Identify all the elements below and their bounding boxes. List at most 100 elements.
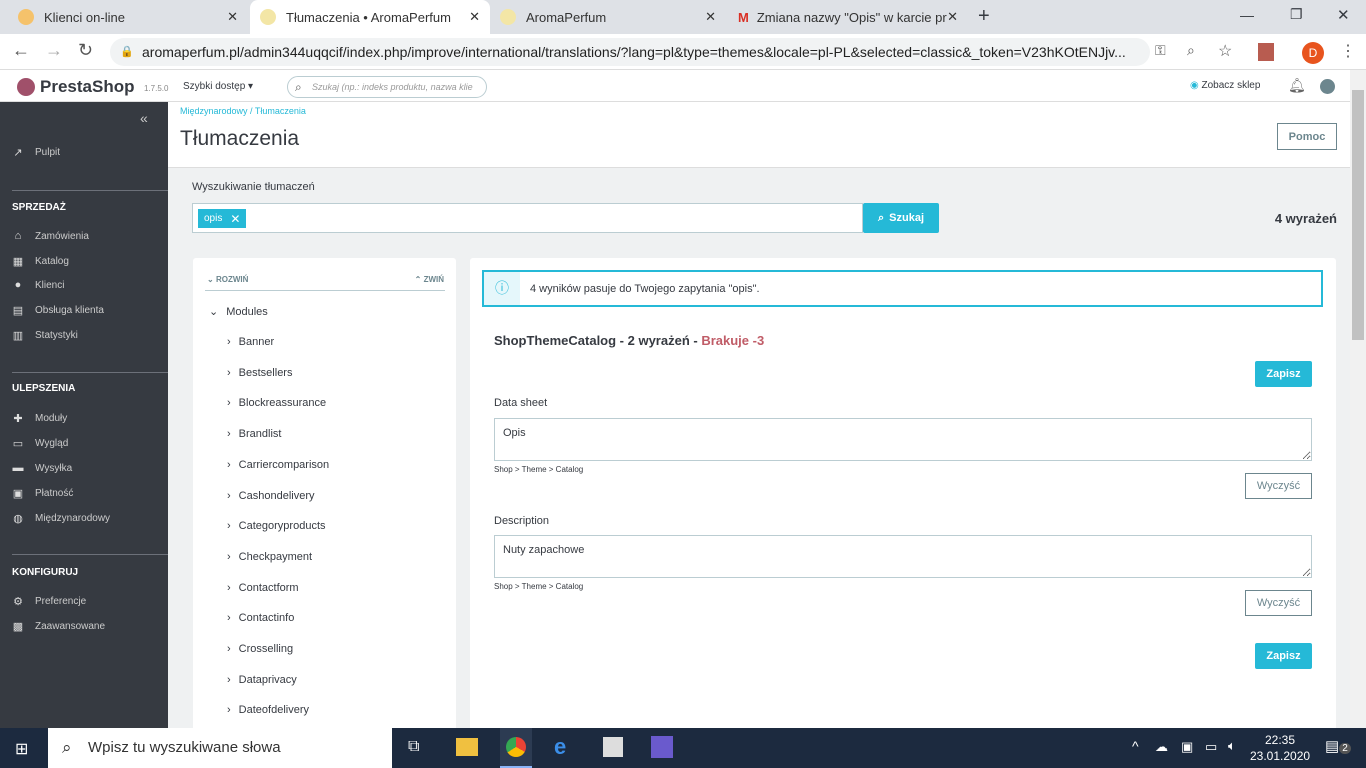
clear-button[interactable]: Wyczyść bbox=[1245, 590, 1312, 616]
tab-klienci[interactable]: Klienci on-line ✕ bbox=[8, 0, 248, 34]
close-icon[interactable]: ✕ bbox=[947, 9, 958, 25]
minimize-icon[interactable]: — bbox=[1240, 7, 1254, 23]
save-app-icon[interactable] bbox=[651, 736, 673, 758]
volume-icon[interactable]: 🔈︎ bbox=[1228, 738, 1236, 754]
taskbar: ⊞ ⌕ Wpisz tu wyszukiwane słowa ⧉ e ^ ☁ ▣ … bbox=[0, 728, 1366, 768]
reload-icon[interactable]: ↻ bbox=[78, 40, 93, 61]
tree-item[interactable]: › Blockreassurance bbox=[227, 397, 326, 409]
sidebar-item-preferencje[interactable]: ⚙ Preferencje bbox=[12, 595, 86, 608]
logo[interactable]: PrestaShop bbox=[40, 77, 134, 97]
remove-tag-icon[interactable]: ✕ bbox=[230, 212, 240, 226]
gear-icon: ⚙ bbox=[13, 596, 23, 608]
chevron-right-icon: › bbox=[227, 428, 231, 441]
tree-item-modules[interactable]: ⌄ Modules bbox=[209, 305, 268, 318]
help-button[interactable]: Pomoc bbox=[1277, 123, 1337, 150]
onedrive-icon[interactable]: ☁ bbox=[1155, 739, 1168, 755]
tree-item[interactable]: › Categoryproducts bbox=[227, 520, 326, 532]
url-input[interactable]: 🔒 aromaperfum.pl/admin344uqqcif/index.php… bbox=[110, 38, 1150, 66]
admin-search-input[interactable]: ⌕ Szukaj (np.: indeks produktu, nazwa kli… bbox=[287, 76, 487, 98]
sidebar-item-label: Płatność bbox=[35, 488, 74, 499]
tab-aromaperfum[interactable]: AromaPerfum ✕ bbox=[490, 0, 726, 34]
breadcrumb-current[interactable]: Tłumaczenia bbox=[255, 106, 306, 116]
info-icon: ⓘ bbox=[484, 272, 520, 305]
translation-field[interactable]: Nuty zapachowe bbox=[494, 535, 1312, 578]
sidebar-item-wysylka[interactable]: ▬ Wysyłka bbox=[12, 462, 73, 474]
clear-button[interactable]: Wyczyść bbox=[1245, 473, 1312, 499]
zoom-icon[interactable]: ⌕ bbox=[1187, 42, 1195, 59]
chevron-right-icon: › bbox=[227, 704, 231, 717]
sidebar-item-pulpit[interactable]: ↗ Pulpit bbox=[12, 146, 60, 159]
tree-item[interactable]: › Banner bbox=[227, 336, 274, 348]
store-icon[interactable] bbox=[603, 737, 623, 757]
section-sprzedaz: SPRZEDAŻ bbox=[12, 202, 66, 213]
taskbar-search-input[interactable]: ⌕ Wpisz tu wyszukiwane słowa bbox=[48, 728, 392, 768]
breadcrumb-link[interactable]: Międzynarodowy bbox=[180, 106, 248, 116]
sidebar-item-obsluga[interactable]: ▤ Obsługa klienta bbox=[12, 304, 104, 317]
divider bbox=[205, 290, 445, 291]
sidebar-item-katalog[interactable]: ▦ Katalog bbox=[12, 255, 69, 268]
scrollbar[interactable] bbox=[1350, 70, 1366, 728]
search-button[interactable]: ⌕ Szukaj bbox=[863, 203, 939, 233]
tab-gmail[interactable]: M Zmiana nazwy "Opis" w karcie pr ✕ bbox=[728, 0, 968, 34]
expand-all-button[interactable]: ⌄ ROZWIŃ bbox=[207, 275, 248, 284]
key-icon[interactable]: ⚿ bbox=[1155, 42, 1166, 59]
sidebar-item-moduly[interactable]: ✚ Moduły bbox=[12, 412, 67, 425]
scrollbar-thumb[interactable] bbox=[1352, 90, 1364, 340]
new-tab-icon[interactable]: + bbox=[978, 5, 990, 28]
close-icon[interactable]: ✕ bbox=[705, 9, 716, 25]
tab-title: Klienci on-line bbox=[44, 9, 125, 25]
close-window-icon[interactable]: ✕ bbox=[1337, 6, 1350, 24]
edge-icon[interactable]: e bbox=[554, 734, 566, 760]
restore-icon[interactable]: ❐ bbox=[1290, 6, 1303, 23]
tree-item[interactable]: › Contactform bbox=[227, 582, 299, 594]
tree-item[interactable]: › Brandlist bbox=[227, 428, 281, 440]
notifications-icon[interactable]: ▤ 2 bbox=[1325, 737, 1351, 755]
sidebar-item-wyglad[interactable]: ▭ Wygląd bbox=[12, 437, 68, 450]
tree-item[interactable]: › Cashondelivery bbox=[227, 490, 315, 502]
menu-icon[interactable]: ⋮ bbox=[1340, 41, 1356, 61]
close-icon[interactable]: ✕ bbox=[227, 9, 238, 25]
sidebar-item-miedzynarodowy[interactable]: ◍ Międzynarodowy bbox=[12, 512, 110, 525]
tree-item[interactable]: › Dateofdelivery bbox=[227, 704, 309, 716]
bell-icon[interactable]: 🔔︎ bbox=[1288, 77, 1306, 94]
chrome-icon[interactable] bbox=[500, 728, 532, 768]
sidebar-item-klienci[interactable]: ● Klienci bbox=[12, 279, 65, 291]
task-view-icon[interactable]: ⧉ bbox=[408, 738, 419, 756]
star-icon[interactable]: ☆ bbox=[1218, 41, 1232, 61]
file-explorer-icon[interactable] bbox=[456, 738, 478, 756]
tree-item[interactable]: › Bestsellers bbox=[227, 367, 292, 379]
sidebar-item-statystyki[interactable]: ▥ Statystyki bbox=[12, 329, 78, 342]
collapse-all-button[interactable]: ⌃ ZWIŃ bbox=[415, 275, 444, 284]
tree-item[interactable]: › Carriercomparison bbox=[227, 459, 329, 471]
windows-start-icon[interactable]: ⊞ bbox=[15, 739, 28, 759]
sidebar-item-platnosc[interactable]: ▣ Płatność bbox=[12, 487, 74, 500]
translation-field[interactable]: Opis bbox=[494, 418, 1312, 461]
tree-item[interactable]: › Crosselling bbox=[227, 643, 293, 655]
tree-label: Banner bbox=[238, 336, 275, 348]
view-shop-link[interactable]: ◉ Zobacz sklep bbox=[1190, 80, 1260, 91]
save-button[interactable]: Zapisz bbox=[1255, 361, 1312, 387]
quick-access-button[interactable]: Szybki dostęp ▾ bbox=[183, 81, 253, 92]
section-ulepszenia: ULEPSZENIA bbox=[12, 383, 76, 394]
avatar[interactable]: D bbox=[1302, 42, 1324, 64]
user-icon[interactable] bbox=[1320, 79, 1335, 94]
tray-chevron-icon[interactable]: ^ bbox=[1132, 738, 1139, 754]
sidebar-item-zaawansowane[interactable]: ▩ Zaawansowane bbox=[12, 620, 105, 633]
close-icon[interactable]: ✕ bbox=[469, 9, 480, 25]
search-placeholder: Szukaj (np.: indeks produktu, nazwa klie bbox=[312, 82, 473, 92]
save-button[interactable]: Zapisz bbox=[1255, 643, 1312, 669]
back-icon[interactable]: ← bbox=[12, 40, 30, 61]
tree-item[interactable]: › Contactinfo bbox=[227, 612, 294, 624]
tree-item[interactable]: › Dataprivacy bbox=[227, 674, 297, 686]
clock[interactable]: 22:35 23.01.2020 bbox=[1250, 732, 1310, 764]
sidebar-item-label: Klienci bbox=[35, 279, 65, 291]
update-icon[interactable]: ▣ bbox=[1181, 739, 1193, 755]
tree-item[interactable]: › Checkpayment bbox=[227, 551, 312, 563]
battery-icon[interactable]: ▭ bbox=[1205, 739, 1217, 755]
pdf-extension-icon[interactable] bbox=[1258, 43, 1274, 61]
tab-tlumaczenia[interactable]: Tłumaczenia • AromaPerfum ✕ bbox=[250, 0, 490, 34]
sidebar-item-zamowienia[interactable]: ⌂ Zamówienia bbox=[12, 230, 89, 242]
forward-icon[interactable]: → bbox=[45, 40, 63, 61]
collapse-sidebar-icon[interactable]: « bbox=[140, 110, 148, 126]
translation-search-input[interactable]: opis ✕ bbox=[192, 203, 863, 233]
